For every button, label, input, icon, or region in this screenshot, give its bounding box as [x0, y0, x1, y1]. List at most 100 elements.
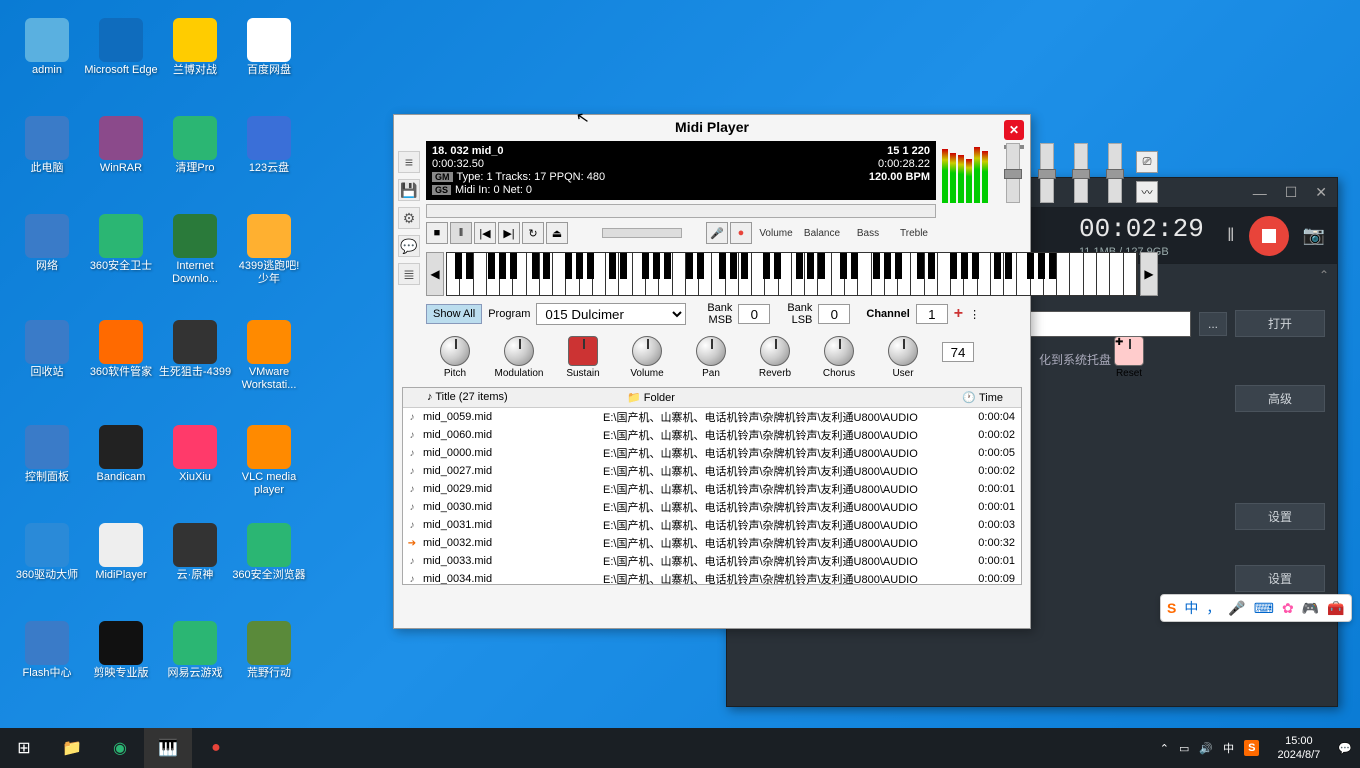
record-icon[interactable]: ●	[730, 222, 752, 244]
piano-scroll-left[interactable]: ◀	[426, 252, 444, 296]
open-button[interactable]: 打开	[1235, 310, 1325, 337]
desktop-icon[interactable]: 兰博对战	[158, 18, 232, 77]
desktop-icon[interactable]: 网易云游戏	[158, 621, 232, 680]
desktop-icon[interactable]: 此电脑	[10, 116, 84, 175]
desktop-icon[interactable]: 360软件管家	[84, 320, 158, 379]
bass-slider[interactable]	[1074, 143, 1088, 203]
sustain-button[interactable]: Sustain	[558, 336, 608, 379]
pan-knob[interactable]: Pan	[686, 336, 736, 379]
settings-button-1[interactable]: 设置	[1235, 503, 1325, 530]
chat-icon[interactable]: 💬	[398, 235, 420, 257]
playlist-row[interactable]: ♪mid_0060.midE:\国产机、山寨机、电话机铃声\杂牌机铃声\友利通U…	[403, 426, 1021, 444]
ime-punct-icon[interactable]: ，	[1206, 598, 1220, 618]
pause-button[interactable]: ‖	[450, 222, 472, 244]
sogou-icon[interactable]: S	[1167, 600, 1176, 616]
playlist-row[interactable]: ♪mid_0031.midE:\国产机、山寨机、电话机铃声\杂牌机铃声\友利通U…	[403, 516, 1021, 534]
user-knob[interactable]: User	[878, 336, 928, 379]
close-button[interactable]: ✕	[1004, 120, 1024, 140]
desktop-icon[interactable]: WinRAR	[84, 116, 158, 175]
ime-tool-icon[interactable]: 🧰	[1327, 600, 1344, 617]
reverb-knob[interactable]: Reverb	[750, 336, 800, 379]
desktop-icon[interactable]: 360驱动大师	[10, 523, 84, 582]
ime-voice-icon[interactable]: 🎤	[1228, 600, 1245, 617]
ime-game-icon[interactable]: 🎮	[1302, 600, 1319, 617]
ime-keyboard-icon[interactable]: ⌨	[1254, 600, 1274, 617]
piano-scroll-right[interactable]: ▶	[1140, 252, 1158, 296]
desktop-icon[interactable]: 控制面板	[10, 425, 84, 484]
prev-button[interactable]: |◀	[474, 222, 496, 244]
treble-slider[interactable]	[1108, 143, 1122, 203]
tray-notifications-icon[interactable]: 💬	[1338, 742, 1352, 755]
tray-sogou-icon[interactable]: S	[1244, 740, 1259, 756]
desktop-icon[interactable]: 荒野行动	[232, 621, 306, 680]
next-button[interactable]: ▶|	[498, 222, 520, 244]
balance-slider[interactable]	[1040, 143, 1054, 203]
ime-toolbar[interactable]: S 中 ， 🎤 ⌨ ✿ 🎮 🧰	[1160, 594, 1352, 622]
maximize-button[interactable]: ☐	[1285, 184, 1298, 201]
playlist-row[interactable]: ♪mid_0059.midE:\国产机、山寨机、电话机铃声\杂牌机铃声\友利通U…	[403, 408, 1021, 426]
advanced-button[interactable]: 高级	[1235, 385, 1325, 412]
browse-button[interactable]: ...	[1199, 312, 1227, 336]
reset-button[interactable]: ✚Reset	[1104, 336, 1154, 379]
tempo-slider[interactable]	[602, 228, 682, 238]
playlist-row[interactable]: ➔mid_0032.midE:\国产机、山寨机、电话机铃声\杂牌机铃声\友利通U…	[403, 534, 1021, 552]
desktop-icon[interactable]: 360安全卫士	[84, 214, 158, 273]
desktop-icon[interactable]: VLC media player	[232, 425, 306, 497]
col-folder[interactable]: Folder	[644, 392, 675, 404]
pause-button[interactable]: ‖	[1227, 225, 1234, 246]
stop-button[interactable]: ■	[426, 222, 448, 244]
camera-icon[interactable]: 📷	[1303, 225, 1325, 246]
save-icon[interactable]: 💾	[398, 179, 420, 201]
taskbar-explorer[interactable]: 📁	[48, 728, 96, 768]
tray-chevron-icon[interactable]: ⌃	[1160, 742, 1169, 755]
progress-bar[interactable]	[426, 204, 936, 218]
tray-volume-icon[interactable]: 🔊	[1199, 742, 1213, 755]
desktop-icon[interactable]: 生死狙击-4399	[158, 320, 232, 379]
eject-button[interactable]: ⏏	[546, 222, 568, 244]
desktop-icon[interactable]: Bandicam	[84, 425, 158, 484]
menu-icon[interactable]: ≡	[398, 151, 420, 173]
mic-icon[interactable]: 🎤	[706, 222, 728, 244]
add-button[interactable]: +	[954, 305, 963, 323]
modulation-knob[interactable]: Modulation	[494, 336, 544, 379]
desktop-icon[interactable]: 云·原神	[158, 523, 232, 582]
record-button[interactable]	[1249, 216, 1289, 256]
desktop-icon[interactable]: MidiPlayer	[84, 523, 158, 582]
text-icon[interactable]: ≣	[398, 263, 420, 285]
playlist-row[interactable]: ♪mid_0027.midE:\国产机、山寨机、电话机铃声\杂牌机铃声\友利通U…	[403, 462, 1021, 480]
taskbar-360browser[interactable]: ◉	[96, 728, 144, 768]
taskbar-bandicam[interactable]: ●	[192, 728, 240, 768]
pitch-knob[interactable]: Pitch	[430, 336, 480, 379]
desktop-icon[interactable]: 网络	[10, 214, 84, 273]
playlist-row[interactable]: ♪mid_0030.midE:\国产机、山寨机、电话机铃声\杂牌机铃声\友利通U…	[403, 498, 1021, 516]
tray-app-icon[interactable]: ▭	[1179, 742, 1189, 755]
volume-slider[interactable]	[1006, 143, 1020, 203]
col-title[interactable]: Title (27 items)	[435, 391, 507, 403]
eq-icon[interactable]: ⎚	[1136, 151, 1158, 173]
desktop-icon[interactable]: 360安全浏览器	[232, 523, 306, 582]
ime-lang[interactable]: 中	[1184, 598, 1198, 618]
banklsb-input[interactable]	[818, 304, 850, 324]
desktop-icon[interactable]: 4399逃跑吧! 少年	[232, 214, 306, 286]
repeat-button[interactable]: ↻	[522, 222, 544, 244]
desktop-icon[interactable]: Flash中心	[10, 621, 84, 680]
playlist-row[interactable]: ♪mid_0034.midE:\国产机、山寨机、电话机铃声\杂牌机铃声\友利通U…	[403, 570, 1021, 585]
scope-icon[interactable]: 〰	[1136, 181, 1158, 203]
tray-lang[interactable]: 中	[1223, 740, 1234, 756]
window-title[interactable]: Midi Player ✕	[394, 115, 1030, 137]
close-button[interactable]: ✕	[1315, 184, 1327, 201]
desktop-icon[interactable]: 123云盘	[232, 116, 306, 175]
playlist-row[interactable]: ♪mid_0033.midE:\国产机、山寨机、电话机铃声\杂牌机铃声\友利通U…	[403, 552, 1021, 570]
playlist-row[interactable]: ♪mid_0000.midE:\国产机、山寨机、电话机铃声\杂牌机铃声\友利通U…	[403, 444, 1021, 462]
desktop-icon[interactable]: Microsoft Edge	[84, 18, 158, 77]
col-time[interactable]: Time	[979, 392, 1003, 404]
desktop-icon[interactable]: Internet Downlo...	[158, 214, 232, 286]
channel-input[interactable]	[916, 304, 948, 324]
program-select[interactable]: 015 Dulcimer	[536, 303, 686, 325]
gear-icon[interactable]: ⚙	[398, 207, 420, 229]
desktop-icon[interactable]: admin	[10, 18, 84, 77]
desktop-icon[interactable]: 回收站	[10, 320, 84, 379]
desktop-icon[interactable]: 剪映专业版	[84, 621, 158, 680]
minimize-button[interactable]: —	[1253, 185, 1267, 201]
showall-button[interactable]: Show All	[426, 304, 482, 324]
